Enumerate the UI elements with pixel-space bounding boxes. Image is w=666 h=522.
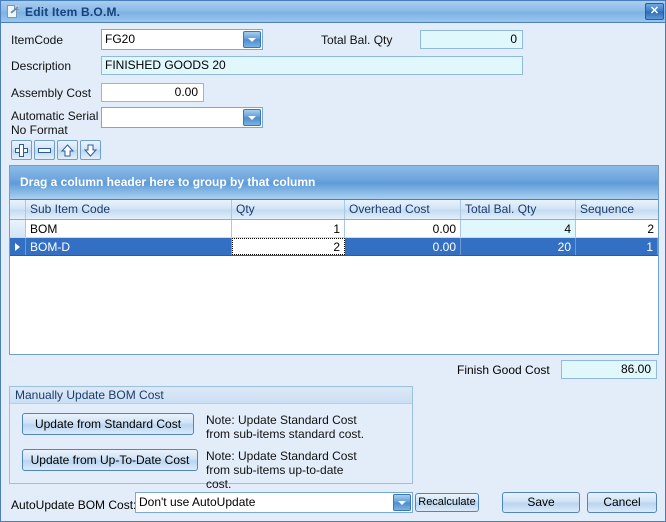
autoupdate-bom-cost-combo[interactable]: Don't use AutoUpdate xyxy=(135,492,413,513)
manually-update-bom-cost-group: Manually Update BOM Cost Update from Sta… xyxy=(9,386,413,491)
grid-empty-area xyxy=(10,256,658,354)
column-header-qty[interactable]: Qty xyxy=(232,200,345,219)
chevron-down-icon[interactable] xyxy=(243,31,261,48)
chevron-down-icon[interactable] xyxy=(243,109,261,126)
group-title: Manually Update BOM Cost xyxy=(10,387,412,404)
recalculate-button[interactable]: Recalculate xyxy=(415,493,479,512)
cell-total-bal-qty: 20 xyxy=(461,238,576,255)
up-to-date-cost-note: Note: Update Standard Cost from sub-item… xyxy=(206,449,357,491)
itemcode-value: FG20 xyxy=(105,32,136,46)
automatic-serial-label-line1: Automatic Serial xyxy=(11,109,99,123)
move-down-button[interactable] xyxy=(80,140,101,160)
finish-good-cost-label: Finish Good Cost xyxy=(457,363,550,377)
update-from-up-to-date-cost-button[interactable]: Update from Up-To-Date Cost xyxy=(22,449,198,471)
cell-sub-item-code[interactable]: BOM xyxy=(26,220,232,237)
column-header-overhead-cost[interactable]: Overhead Cost xyxy=(345,200,461,219)
standard-cost-note: Note: Update Standard Cost from sub-item… xyxy=(206,413,365,441)
cell-sub-item-code[interactable]: BOM-D xyxy=(26,238,232,255)
window-title: Edit Item B.O.M. xyxy=(25,4,121,19)
save-button[interactable]: Save xyxy=(502,492,580,513)
grid-header-row: Sub Item Code Qty Overhead Cost Total Ba… xyxy=(10,200,658,220)
close-icon[interactable]: ✕ xyxy=(645,3,664,20)
automatic-serial-combo[interactable] xyxy=(101,107,263,128)
bom-items-grid: Drag a column header here to group by th… xyxy=(9,165,659,355)
column-header-sub-item-code[interactable]: Sub Item Code xyxy=(26,200,232,219)
row-indicator-selected xyxy=(10,238,26,255)
table-row[interactable]: BOM-D 2 0.00 20 1 xyxy=(10,238,658,256)
autoupdate-bom-cost-label: AutoUpdate BOM Cost: xyxy=(11,498,137,512)
description-field[interactable]: FINISHED GOODS 20 xyxy=(101,56,523,75)
add-row-button[interactable] xyxy=(11,140,32,160)
description-label: Description xyxy=(11,59,72,73)
cell-overhead-cost[interactable]: 0.00 xyxy=(345,238,461,255)
remove-row-button[interactable] xyxy=(34,140,55,160)
chevron-down-icon[interactable] xyxy=(393,494,411,511)
itemcode-label: ItemCode xyxy=(11,33,64,47)
edit-item-bom-window: Edit Item B.O.M. ✕ ItemCode FG20 Total B… xyxy=(0,0,666,522)
automatic-serial-label-line2: No Format xyxy=(11,123,68,137)
arrow-up-icon xyxy=(61,144,74,157)
row-indicator-header xyxy=(10,200,26,219)
table-row[interactable]: BOM 1 0.00 4 2 xyxy=(10,220,658,238)
row-indicator xyxy=(10,220,26,237)
group-by-panel[interactable]: Drag a column header here to group by th… xyxy=(10,166,658,200)
cell-sequence[interactable]: 1 xyxy=(576,238,658,255)
cancel-button[interactable]: Cancel xyxy=(587,492,657,513)
move-up-button[interactable] xyxy=(57,140,78,160)
cell-total-bal-qty: 4 xyxy=(461,220,576,237)
cell-qty[interactable]: 2 xyxy=(232,238,345,255)
cell-sequence[interactable]: 2 xyxy=(576,220,658,237)
total-bal-qty-label: Total Bal. Qty xyxy=(321,33,393,47)
cell-qty[interactable]: 1 xyxy=(232,220,345,237)
assembly-cost-label: Assembly Cost xyxy=(11,86,92,100)
finish-good-cost-value: 86.00 xyxy=(561,360,657,379)
assembly-cost-field[interactable]: 0.00 xyxy=(101,83,204,102)
itemcode-combo[interactable]: FG20 xyxy=(101,29,263,50)
window-titlebar: Edit Item B.O.M. ✕ xyxy=(1,1,665,23)
arrow-down-icon xyxy=(84,144,97,157)
edit-document-icon xyxy=(6,4,20,19)
column-header-total-bal-qty[interactable]: Total Bal. Qty xyxy=(461,200,576,219)
autoupdate-bom-cost-value: Don't use AutoUpdate xyxy=(139,495,256,509)
header-form: ItemCode FG20 Total Bal. Qty 0 Descripti… xyxy=(1,23,665,137)
update-from-standard-cost-button[interactable]: Update from Standard Cost xyxy=(22,413,194,435)
column-header-sequence[interactable]: Sequence xyxy=(576,200,658,219)
total-bal-qty-value: 0 xyxy=(420,30,523,49)
cell-overhead-cost[interactable]: 0.00 xyxy=(345,220,461,237)
grid-toolbar xyxy=(11,140,101,160)
